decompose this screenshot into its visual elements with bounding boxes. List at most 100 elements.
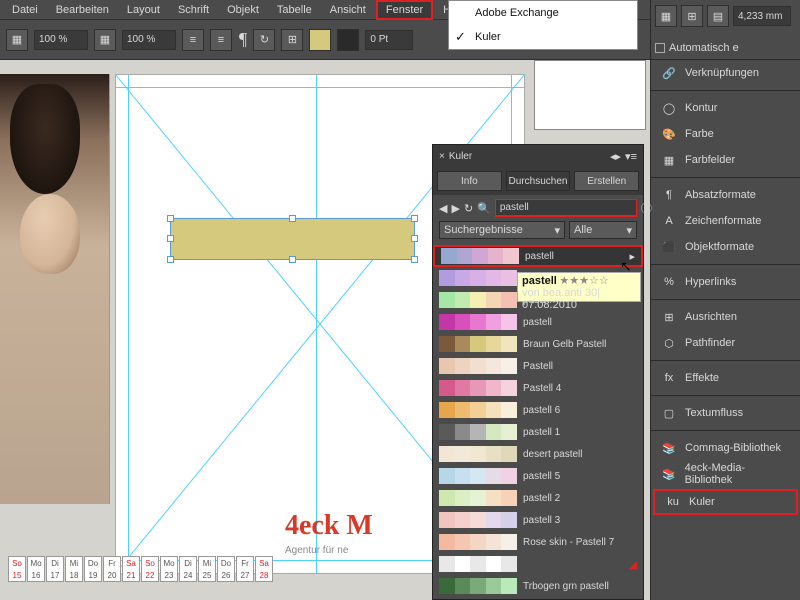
toolbar-btn[interactable]: ⊞ [281, 29, 303, 51]
panel-4eck-media-bibliothek[interactable]: 📚4eck-Media-Bibliothek [651, 461, 800, 487]
theme-label: pastell 6 [523, 405, 637, 416]
swatches [439, 556, 517, 572]
swatches [439, 534, 517, 550]
panel-textumfluss[interactable]: ▢Textumfluss [651, 400, 800, 426]
menu-bearbeiten[interactable]: Bearbeiten [48, 2, 117, 18]
menu-tabelle[interactable]: Tabelle [269, 2, 320, 18]
swatches [439, 380, 517, 396]
panel-pathfinder[interactable]: ⬡Pathfinder [651, 330, 800, 356]
toolbar-btn[interactable]: ▦ [94, 29, 116, 51]
ausrichten-icon: ⊞ [661, 311, 677, 324]
tab-durchsuchen[interactable]: Durchsuchen [506, 171, 571, 191]
panel-kontur[interactable]: ◯Kontur [651, 95, 800, 121]
clear-icon[interactable]: ⓧ [641, 200, 652, 216]
zoom-field[interactable]: 100 % [34, 30, 88, 50]
theme-label: Braun Gelb Pastell [523, 339, 637, 350]
cal-day: Di24 [179, 556, 197, 582]
selected-frame[interactable] [170, 218, 415, 260]
theme-label: pastell [525, 251, 623, 262]
panel-farbfelder[interactable]: ▦Farbfelder [651, 147, 800, 173]
theme-row[interactable]: pastell 6 [433, 399, 643, 421]
auto-checkbox[interactable] [655, 43, 665, 53]
theme-row[interactable]: Pastell [433, 355, 643, 377]
pt-field[interactable]: 0 Pt [365, 30, 413, 50]
refresh-icon[interactable]: ↻ [464, 202, 473, 215]
panel-icon[interactable]: ▤ [707, 5, 729, 27]
toolbar-btn[interactable]: ▦ [6, 29, 28, 51]
theme-row[interactable]: pastell▸ [433, 245, 643, 267]
theme-label: Rose skin - Pastell 7 [523, 537, 637, 548]
tab-erstellen[interactable]: Erstellen [574, 171, 639, 191]
theme-row[interactable]: ◢ [433, 553, 643, 575]
farbe-icon: 🎨 [661, 128, 677, 141]
menu-datei[interactable]: Datei [4, 2, 46, 18]
mm-field[interactable]: 4,233 mm [733, 6, 791, 26]
pathfinder-icon: ⬡ [661, 337, 677, 350]
panel-kuler[interactable]: kuKuler [653, 489, 798, 515]
panel-farbe[interactable]: 🎨Farbe [651, 121, 800, 147]
page-thumbnail[interactable] [534, 60, 646, 130]
panel-icon[interactable]: ▦ [655, 5, 677, 27]
cal-day: So15 [8, 556, 26, 582]
kuler-header[interactable]: × Kuler ◂▸ ▾≡ [433, 145, 643, 167]
cal-day: Mi18 [65, 556, 83, 582]
dropdown-adobe-exchange[interactable]: Adobe Exchange [449, 1, 637, 25]
search-icon: 🔍 [477, 202, 491, 215]
panel-verknüpfungen[interactable]: 🔗Verknüpfungen [651, 60, 800, 86]
theme-label: Trbogen grn pastell [523, 581, 637, 592]
menu-fenster[interactable]: Fenster [376, 0, 433, 20]
theme-label: Pastell [523, 361, 637, 372]
hyperlinks-icon: % [661, 276, 677, 288]
stroke-swatch[interactable] [337, 29, 359, 51]
prev-icon[interactable]: ◀ [439, 202, 447, 215]
toolbar-btn[interactable]: ≡ [182, 29, 204, 51]
theme-row[interactable]: pastell 5 [433, 465, 643, 487]
tab-info[interactable]: Info [437, 171, 502, 191]
theme-row[interactable]: Pastell 4 [433, 377, 643, 399]
theme-row[interactable]: desert pastell [433, 443, 643, 465]
theme-label: pastell 1 [523, 427, 637, 438]
menu-objekt[interactable]: Objekt [219, 2, 267, 18]
panel-ausrichten[interactable]: ⊞Ausrichten [651, 304, 800, 330]
theme-row[interactable]: Rose skin - Pastell 7 [433, 531, 643, 553]
theme-row[interactable]: pastell 3 [433, 509, 643, 531]
swatches [439, 402, 517, 418]
panel-commag-bibliothek[interactable]: 📚Commag-Bibliothek [651, 435, 800, 461]
toolbar-btn[interactable]: ↻ [253, 29, 275, 51]
theme-label: pastell 3 [523, 515, 637, 526]
verknüpfungen-icon: 🔗 [661, 67, 677, 80]
theme-row[interactable]: pastell 2 [433, 487, 643, 509]
panel-objektformate[interactable]: ⬛Objektformate [651, 234, 800, 260]
collapse-icon[interactable]: ◂▸ [610, 150, 621, 163]
next-icon[interactable]: ▶ [451, 202, 459, 215]
zoom-field2[interactable]: 100 % [122, 30, 176, 50]
placed-image[interactable] [0, 74, 110, 504]
menu-ansicht[interactable]: Ansicht [322, 2, 374, 18]
cal-day: Mo16 [27, 556, 45, 582]
panel-menu-icon[interactable]: ▾≡ [625, 150, 637, 163]
panel-icon[interactable]: ⊞ [681, 5, 703, 27]
fill-swatch[interactable] [309, 29, 331, 51]
theme-row[interactable]: pastell [433, 311, 643, 333]
theme-row[interactable]: pastell 1 [433, 421, 643, 443]
theme-row[interactable]: Braun Gelb Pastell [433, 333, 643, 355]
swatches [439, 424, 517, 440]
search-input[interactable] [495, 199, 637, 217]
toolbar-btn[interactable]: ≡ [210, 29, 232, 51]
swatches [439, 358, 517, 374]
panel-absatzformate[interactable]: ¶Absatzformate [651, 182, 800, 208]
filter-all[interactable]: Alle▾ [569, 221, 637, 239]
menu-layout[interactable]: Layout [119, 2, 168, 18]
panel-zeichenformate[interactable]: AZeichenformate [651, 208, 800, 234]
menu-schrift[interactable]: Schrift [170, 2, 217, 18]
swatches [439, 314, 517, 330]
kuler-title: Kuler [449, 151, 606, 162]
theme-row[interactable]: Trbogen grn pastell [433, 575, 643, 597]
panel-effekte[interactable]: fxEffekte [651, 365, 800, 391]
panel-hyperlinks[interactable]: %Hyperlinks [651, 269, 800, 295]
theme-label: pastell 5 [523, 471, 637, 482]
cal-day: Sa21 [122, 556, 140, 582]
dropdown-kuler[interactable]: Kuler [449, 25, 637, 49]
filter-results[interactable]: Suchergebnisse▾ [439, 221, 565, 239]
cal-day: Di17 [46, 556, 64, 582]
